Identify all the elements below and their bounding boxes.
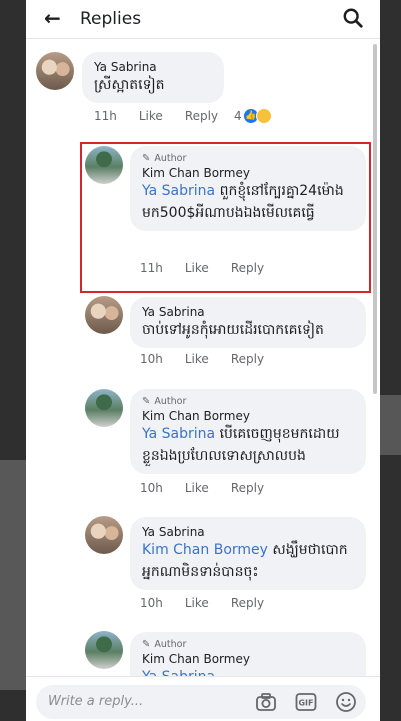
background-left [0,0,26,721]
comment-bubble: Ya Sabrina ចាប់ទៅអូនកុំអោយដើរបោកគេទៀត [130,297,366,348]
mention-link[interactable]: Ya Sabrina [142,426,215,442]
like-link[interactable]: Like [185,261,209,275]
comment-bubble: Ya Sabrina ស្រីស្អាតទៀត [82,52,224,103]
comment-meta: 11h Like Reply 4 👍 [94,108,272,124]
timestamp[interactable]: 10h [140,352,163,366]
reply-link[interactable]: Reply [231,352,264,366]
comment-meta: 10h Like Reply [140,352,264,366]
avatar[interactable] [85,296,123,334]
reply-link[interactable]: Reply [185,109,218,123]
timestamp[interactable]: 10h [140,596,163,610]
comment-meta: 11h Like Reply [140,261,264,275]
reply-placeholder: Write a reply... [48,694,144,709]
author-badge: ✎ Author [142,638,187,650]
avatar[interactable] [85,516,123,554]
comment-text: Ya Sabrina ពួកខ្ញុំនៅក្បែរគ្នា24ម៉ោង មក5… [142,183,344,221]
comment-text: Kim Chan Bormey សង្ឃឹមថាបោកអ្នកណាមិនទាន់… [142,542,348,580]
avatar[interactable] [85,631,123,669]
comment-bubble: ✎ Author Kim Chan Bormey Ya Sabrina ពួកខ… [130,146,366,231]
like-link[interactable]: Like [139,109,163,123]
reply-composer: Write a reply... GIF [26,676,380,721]
comment-bubble: Ya Sabrina Kim Chan Bormey សង្ឃឹមថាបោកអ្… [130,517,366,590]
pencil-icon: ✎ [142,395,151,407]
timestamp[interactable]: 11h [140,261,163,275]
like-link[interactable]: Like [185,352,209,366]
mention-link[interactable]: Ya Sabrina [142,183,215,199]
gif-icon[interactable]: GIF [294,690,318,714]
reaction-count[interactable]: 4 👍 [234,108,272,124]
camera-icon[interactable] [254,690,278,714]
commenter-name[interactable]: Kim Chan Bormey [142,409,354,423]
commenter-name[interactable]: Kim Chan Bormey [142,652,354,666]
reply-link[interactable]: Reply [231,596,264,610]
comment-text: ស្រីស្អាតទៀត [94,77,165,93]
svg-text:GIF: GIF [298,699,313,708]
like-link[interactable]: Like [185,481,209,495]
pencil-icon: ✎ [142,638,151,650]
commenter-name[interactable]: Ya Sabrina [94,60,212,74]
commenter-name[interactable]: Ya Sabrina [142,305,354,319]
avatar[interactable] [36,52,74,90]
comment-meta: 10h Like Reply [140,481,264,495]
timestamp[interactable]: 10h [140,481,163,495]
pencil-icon: ✎ [142,152,151,164]
reply-link[interactable]: Reply [231,481,264,495]
background-right [380,0,401,721]
author-badge: ✎ Author [142,395,187,407]
reply-link[interactable]: Reply [231,261,264,275]
comment-text: Ya Sabrina បើគេចេញមុខមកដោយខ្លួនឯងប្រហែលទ… [142,426,340,464]
page-title: Replies [80,9,142,29]
scrollbar[interactable] [373,44,377,394]
emoji-icon[interactable] [334,690,358,714]
search-icon[interactable] [342,7,364,29]
header-bar: ← Replies [26,0,380,39]
comment-text: ចាប់ទៅអូនកុំអោយដើរបោកគេទៀត [142,322,324,338]
commenter-name[interactable]: Kim Chan Bormey [142,166,354,180]
comment-meta: 10h Like Reply [140,596,264,610]
reply-input[interactable]: Write a reply... GIF [36,685,366,719]
back-arrow-icon[interactable]: ← [44,7,61,29]
commenter-name[interactable]: Ya Sabrina [142,525,354,539]
like-link[interactable]: Like [185,596,209,610]
comment-bubble: ✎ Author Kim Chan Bormey Ya Sabrina បើគេ… [130,389,366,474]
avatar[interactable] [85,389,123,427]
avatar[interactable] [85,146,123,184]
haha-reaction-icon [255,108,272,124]
timestamp[interactable]: 11h [94,109,117,123]
mention-link[interactable]: Kim Chan Bormey [142,542,268,558]
replies-panel: ← Replies Ya Sabrina ស្រីស្អាតទៀត 11h Li… [26,0,380,721]
author-badge: ✎ Author [142,152,187,164]
